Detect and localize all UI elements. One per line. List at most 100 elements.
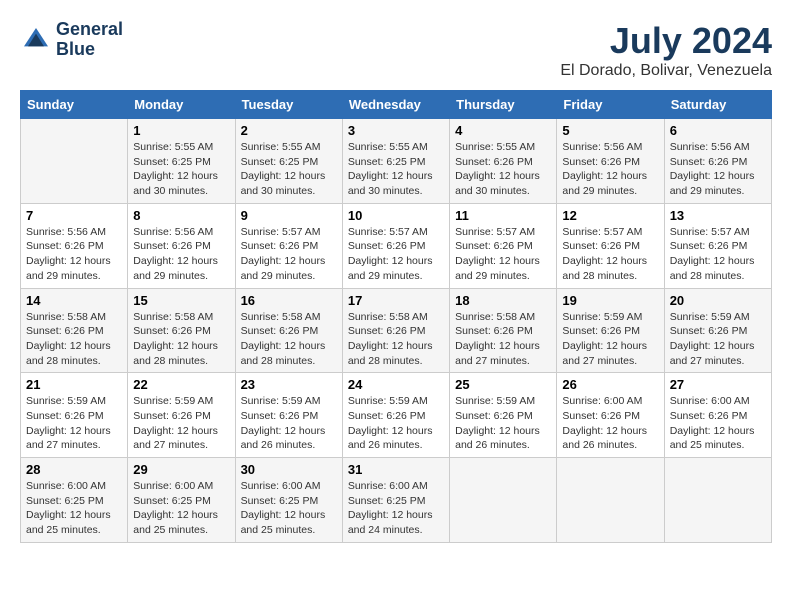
day-number: 11 <box>455 208 551 223</box>
month-title: July 2024 <box>560 20 772 62</box>
calendar-cell: 31 Sunrise: 6:00 AM Sunset: 6:25 PM Dayli… <box>342 458 449 543</box>
day-info: Sunrise: 6:00 AM Sunset: 6:25 PM Dayligh… <box>241 479 337 538</box>
calendar-table: SundayMondayTuesdayWednesdayThursdayFrid… <box>20 90 772 543</box>
day-info: Sunrise: 5:55 AM Sunset: 6:26 PM Dayligh… <box>455 140 551 199</box>
page-header: General Blue July 2024 El Dorado, Boliva… <box>20 20 772 80</box>
day-number: 16 <box>241 293 337 308</box>
day-info: Sunrise: 5:56 AM Sunset: 6:26 PM Dayligh… <box>562 140 658 199</box>
calendar-cell: 17 Sunrise: 5:58 AM Sunset: 6:26 PM Dayli… <box>342 288 449 373</box>
calendar-cell: 23 Sunrise: 5:59 AM Sunset: 6:26 PM Dayli… <box>235 373 342 458</box>
day-info: Sunrise: 5:55 AM Sunset: 6:25 PM Dayligh… <box>348 140 444 199</box>
day-number: 3 <box>348 123 444 138</box>
day-number: 26 <box>562 377 658 392</box>
calendar-week-row: 7 Sunrise: 5:56 AM Sunset: 6:26 PM Daylig… <box>21 203 772 288</box>
day-number: 22 <box>133 377 229 392</box>
calendar-cell: 29Sunrise: 6:00 AM Sunset: 6:25 PM Dayli… <box>128 458 235 543</box>
calendar-cell: 8Sunrise: 5:56 AM Sunset: 6:26 PM Daylig… <box>128 203 235 288</box>
day-info: Sunrise: 6:00 AM Sunset: 6:26 PM Dayligh… <box>670 394 766 453</box>
calendar-cell: 6 Sunrise: 5:56 AM Sunset: 6:26 PM Daylig… <box>664 119 771 204</box>
calendar-cell: 21Sunrise: 5:59 AM Sunset: 6:26 PM Dayli… <box>21 373 128 458</box>
day-info: Sunrise: 5:58 AM Sunset: 6:26 PM Dayligh… <box>455 310 551 369</box>
header-cell-thursday: Thursday <box>450 91 557 119</box>
calendar-body: 1 Sunrise: 5:55 AM Sunset: 6:25 PM Daylig… <box>21 119 772 543</box>
day-info: Sunrise: 6:00 AM Sunset: 6:25 PM Dayligh… <box>26 479 122 538</box>
day-info: Sunrise: 5:57 AM Sunset: 6:26 PM Dayligh… <box>241 225 337 284</box>
calendar-cell: 4 Sunrise: 5:55 AM Sunset: 6:26 PM Daylig… <box>450 119 557 204</box>
calendar-cell: 12 Sunrise: 5:57 AM Sunset: 6:26 PM Dayli… <box>557 203 664 288</box>
calendar-cell: 24 Sunrise: 5:59 AM Sunset: 6:26 PM Dayli… <box>342 373 449 458</box>
day-info: Sunrise: 5:59 AM Sunset: 6:26 PM Dayligh… <box>670 310 766 369</box>
calendar-cell: 19Sunrise: 5:59 AM Sunset: 6:26 PM Dayli… <box>557 288 664 373</box>
calendar-cell: 14 Sunrise: 5:58 AM Sunset: 6:26 PM Dayli… <box>21 288 128 373</box>
day-info: Sunrise: 5:59 AM Sunset: 6:26 PM Dayligh… <box>133 394 229 453</box>
day-number: 4 <box>455 123 551 138</box>
calendar-cell: 28 Sunrise: 6:00 AM Sunset: 6:25 PM Dayli… <box>21 458 128 543</box>
header-cell-tuesday: Tuesday <box>235 91 342 119</box>
calendar-cell <box>21 119 128 204</box>
day-info: Sunrise: 5:56 AM Sunset: 6:26 PM Dayligh… <box>26 225 122 284</box>
day-info: Sunrise: 5:59 AM Sunset: 6:26 PM Dayligh… <box>26 394 122 453</box>
day-number: 9 <box>241 208 337 223</box>
day-number: 5 <box>562 123 658 138</box>
calendar-cell <box>664 458 771 543</box>
header-cell-saturday: Saturday <box>664 91 771 119</box>
header-cell-friday: Friday <box>557 91 664 119</box>
calendar-cell: 16 Sunrise: 5:58 AM Sunset: 6:26 PM Dayli… <box>235 288 342 373</box>
logo-icon <box>20 24 52 56</box>
logo-text: General Blue <box>56 20 123 60</box>
day-info: Sunrise: 5:58 AM Sunset: 6:26 PM Dayligh… <box>348 310 444 369</box>
day-info: Sunrise: 6:00 AM Sunset: 6:25 PM Dayligh… <box>348 479 444 538</box>
calendar-cell: 20Sunrise: 5:59 AM Sunset: 6:26 PM Dayli… <box>664 288 771 373</box>
day-number: 14 <box>26 293 122 308</box>
calendar-week-row: 14 Sunrise: 5:58 AM Sunset: 6:26 PM Dayli… <box>21 288 772 373</box>
day-info: Sunrise: 5:58 AM Sunset: 6:26 PM Dayligh… <box>241 310 337 369</box>
day-number: 2 <box>241 123 337 138</box>
day-number: 31 <box>348 462 444 477</box>
calendar-cell: 9 Sunrise: 5:57 AM Sunset: 6:26 PM Daylig… <box>235 203 342 288</box>
day-number: 19 <box>562 293 658 308</box>
day-info: Sunrise: 5:58 AM Sunset: 6:26 PM Dayligh… <box>133 310 229 369</box>
calendar-cell <box>450 458 557 543</box>
day-number: 8 <box>133 208 229 223</box>
calendar-header-row: SundayMondayTuesdayWednesdayThursdayFrid… <box>21 91 772 119</box>
day-info: Sunrise: 5:57 AM Sunset: 6:26 PM Dayligh… <box>455 225 551 284</box>
day-info: Sunrise: 5:59 AM Sunset: 6:26 PM Dayligh… <box>241 394 337 453</box>
day-number: 13 <box>670 208 766 223</box>
day-number: 27 <box>670 377 766 392</box>
day-info: Sunrise: 5:56 AM Sunset: 6:26 PM Dayligh… <box>670 140 766 199</box>
day-number: 18 <box>455 293 551 308</box>
day-number: 25 <box>455 377 551 392</box>
day-number: 10 <box>348 208 444 223</box>
calendar-week-row: 21Sunrise: 5:59 AM Sunset: 6:26 PM Dayli… <box>21 373 772 458</box>
day-info: Sunrise: 5:55 AM Sunset: 6:25 PM Dayligh… <box>133 140 229 199</box>
day-number: 7 <box>26 208 122 223</box>
day-info: Sunrise: 6:00 AM Sunset: 6:25 PM Dayligh… <box>133 479 229 538</box>
day-info: Sunrise: 5:57 AM Sunset: 6:26 PM Dayligh… <box>562 225 658 284</box>
location: El Dorado, Bolivar, Venezuela <box>560 62 772 80</box>
day-number: 17 <box>348 293 444 308</box>
calendar-cell: 13 Sunrise: 5:57 AM Sunset: 6:26 PM Dayli… <box>664 203 771 288</box>
calendar-cell: 22 Sunrise: 5:59 AM Sunset: 6:26 PM Dayli… <box>128 373 235 458</box>
day-number: 30 <box>241 462 337 477</box>
calendar-cell: 5 Sunrise: 5:56 AM Sunset: 6:26 PM Daylig… <box>557 119 664 204</box>
calendar-cell: 11 Sunrise: 5:57 AM Sunset: 6:26 PM Dayli… <box>450 203 557 288</box>
day-number: 24 <box>348 377 444 392</box>
header-cell-monday: Monday <box>128 91 235 119</box>
calendar-cell: 10Sunrise: 5:57 AM Sunset: 6:26 PM Dayli… <box>342 203 449 288</box>
day-info: Sunrise: 5:59 AM Sunset: 6:26 PM Dayligh… <box>455 394 551 453</box>
calendar-cell: 18 Sunrise: 5:58 AM Sunset: 6:26 PM Dayli… <box>450 288 557 373</box>
day-number: 12 <box>562 208 658 223</box>
day-number: 15 <box>133 293 229 308</box>
day-info: Sunrise: 5:57 AM Sunset: 6:26 PM Dayligh… <box>670 225 766 284</box>
day-number: 23 <box>241 377 337 392</box>
day-info: Sunrise: 5:59 AM Sunset: 6:26 PM Dayligh… <box>348 394 444 453</box>
day-number: 1 <box>133 123 229 138</box>
calendar-week-row: 28 Sunrise: 6:00 AM Sunset: 6:25 PM Dayli… <box>21 458 772 543</box>
header-cell-wednesday: Wednesday <box>342 91 449 119</box>
calendar-cell: 27 Sunrise: 6:00 AM Sunset: 6:26 PM Dayli… <box>664 373 771 458</box>
day-number: 6 <box>670 123 766 138</box>
title-block: July 2024 El Dorado, Bolivar, Venezuela <box>560 20 772 80</box>
day-info: Sunrise: 5:58 AM Sunset: 6:26 PM Dayligh… <box>26 310 122 369</box>
day-info: Sunrise: 6:00 AM Sunset: 6:26 PM Dayligh… <box>562 394 658 453</box>
day-number: 28 <box>26 462 122 477</box>
